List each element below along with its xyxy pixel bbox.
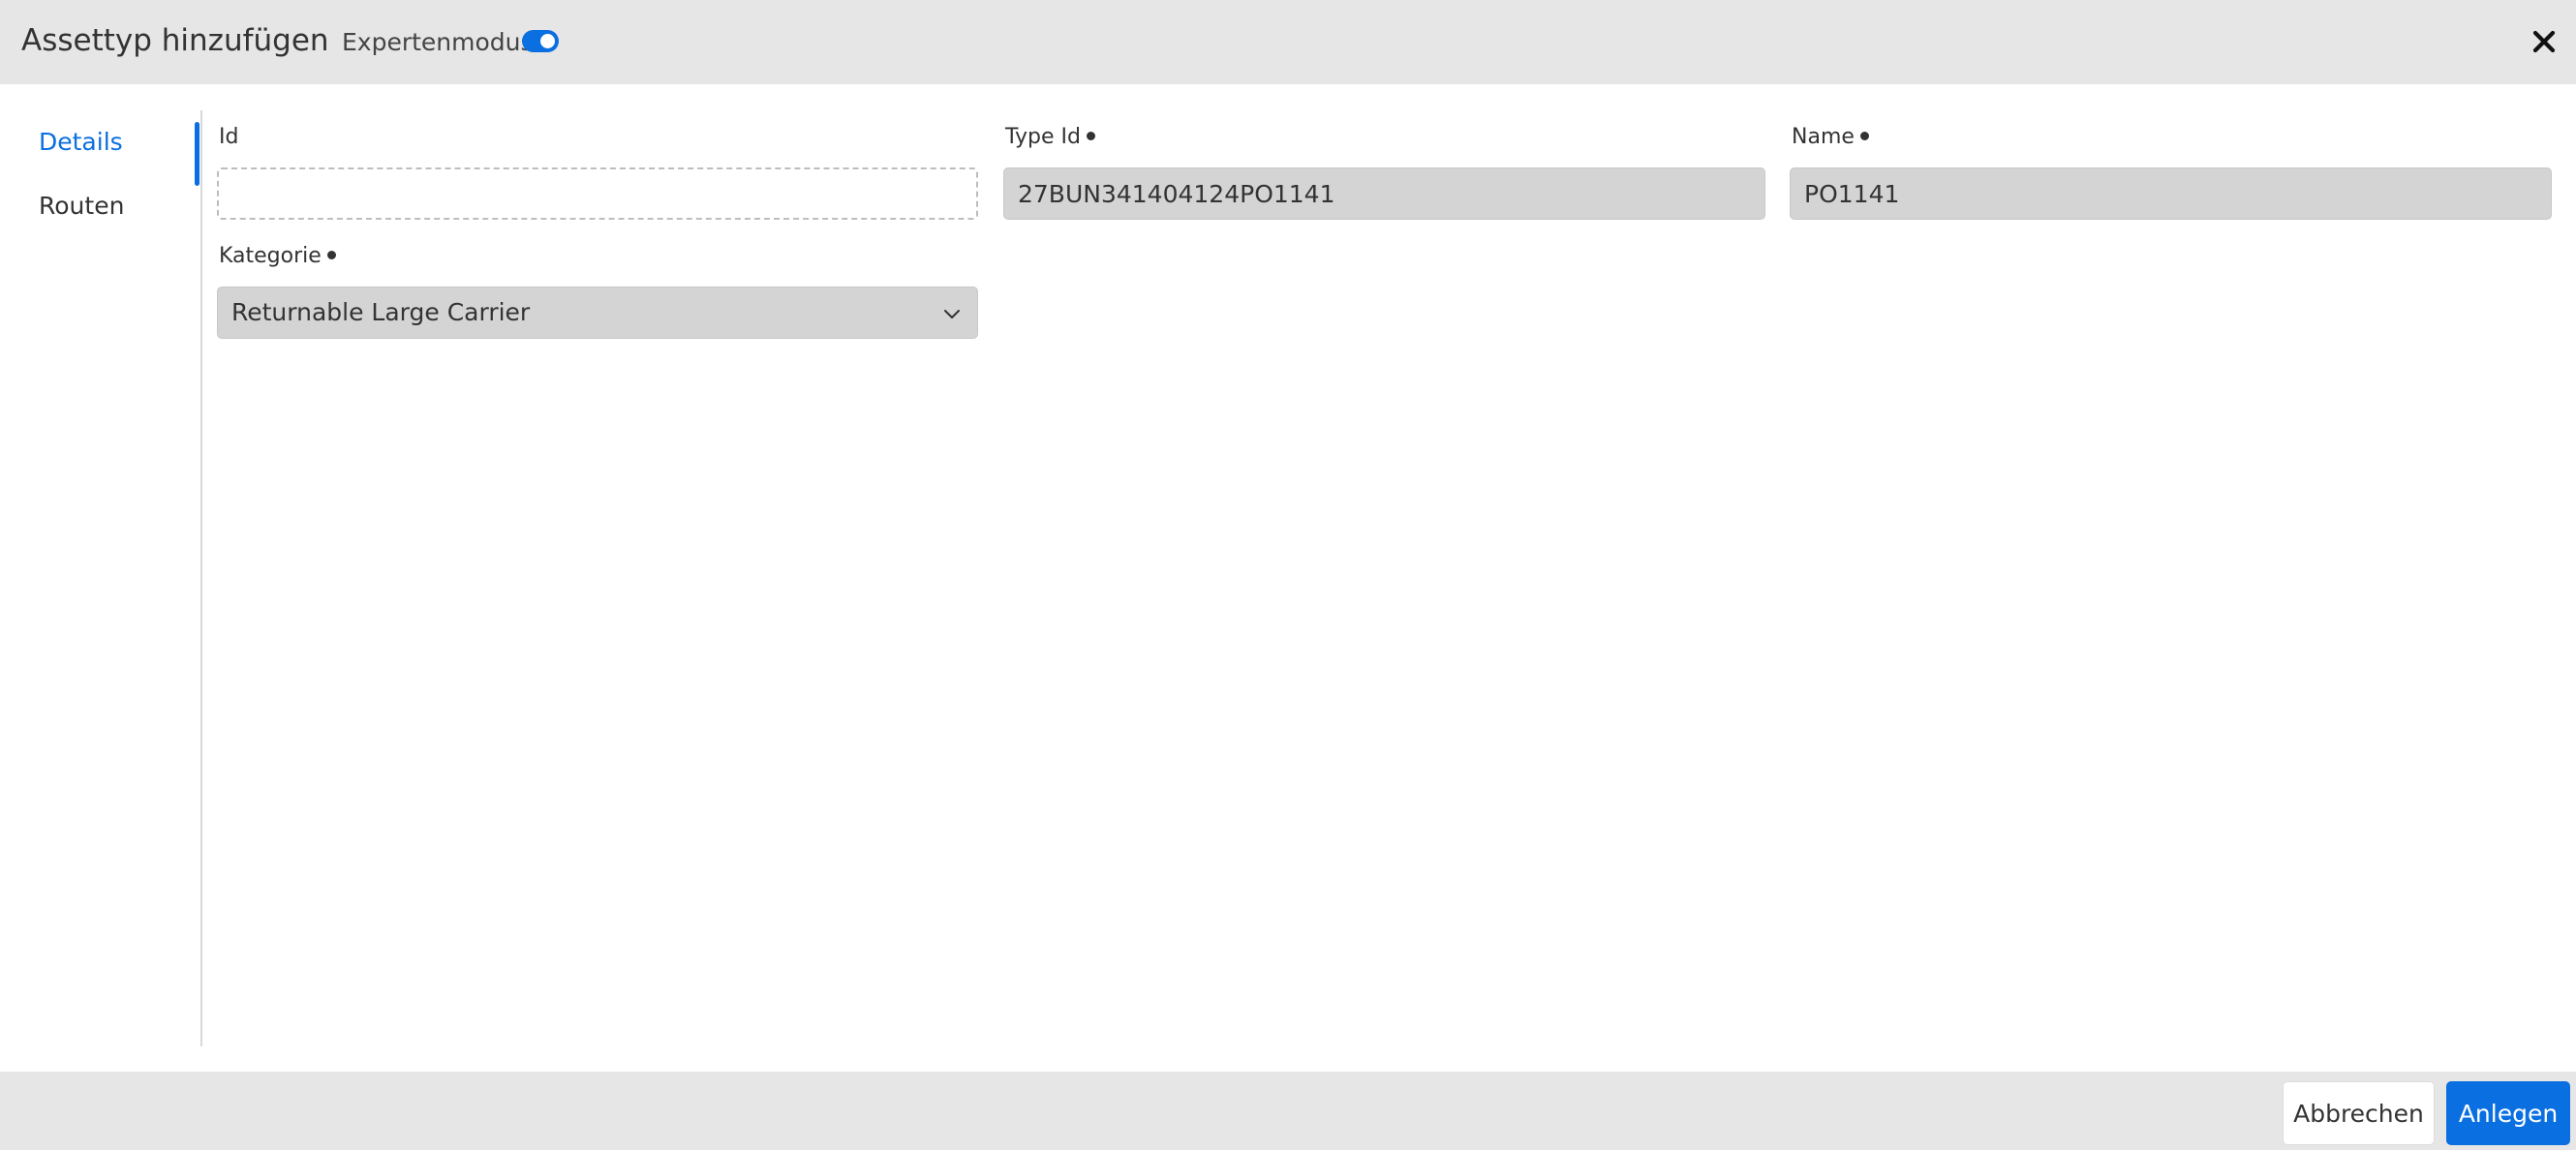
toggle-knob [540,34,555,48]
name-input[interactable] [1790,167,2552,220]
type-id-label-text: Type Id [1005,125,1081,149]
side-navigation: Details Routen [0,110,199,238]
type-id-label: Type Id [1005,123,1095,152]
dialog-title: Assettyp hinzufügen [21,23,329,58]
required-dot-icon [326,250,336,259]
category-label: Kategorie [219,242,336,271]
create-button[interactable]: Anlegen [2446,1081,2570,1145]
category-label-text: Kategorie [219,244,322,268]
dialog-footer: Abbrechen Anlegen [0,1072,2576,1150]
chevron-down-icon [944,310,960,318]
nav-item-details[interactable]: Details [0,110,199,186]
required-dot-icon [1859,131,1869,140]
expert-mode-label: Expertenmodus [342,28,534,56]
name-label-text: Name [1792,125,1855,149]
id-input[interactable] [217,167,978,220]
nav-divider [200,110,202,1046]
add-asset-type-dialog: Assettyp hinzufügen Expertenmodus Detail… [0,0,2576,1150]
close-icon [2532,30,2556,53]
expert-mode-toggle[interactable] [522,30,559,52]
required-dot-icon [1086,131,1095,140]
category-select-value: Returnable Large Carrier [231,298,531,326]
id-label-text: Id [219,125,239,149]
category-select[interactable]: Returnable Large Carrier [217,287,978,339]
name-label: Name [1792,123,1869,152]
type-id-input[interactable] [1003,167,1765,220]
id-label: Id [219,123,238,152]
nav-item-routen[interactable]: Routen [0,174,199,238]
dialog-header: Assettyp hinzufügen Expertenmodus [0,0,2576,84]
close-button[interactable] [2524,21,2564,62]
cancel-button[interactable]: Abbrechen [2283,1081,2435,1145]
